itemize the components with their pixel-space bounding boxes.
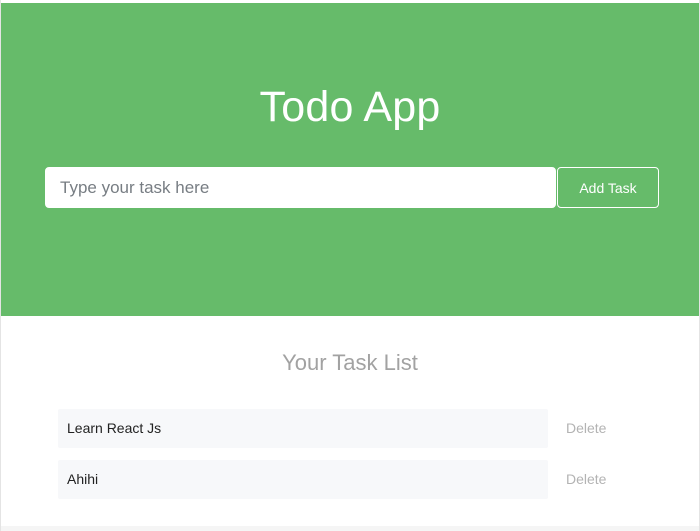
add-task-button[interactable]: Add Task [557,167,659,208]
app-window: Todo App Add Task Your Task List Learn R… [0,0,700,531]
task-list: Learn React Js Delete Ahihi Delete [58,409,658,511]
task-item: Ahihi Delete [58,460,658,499]
header-banner: Todo App Add Task [1,3,699,316]
delete-task-button[interactable]: Delete [566,460,606,499]
task-item-text: Learn React Js [58,409,548,448]
task-input[interactable] [45,167,556,208]
task-item-text: Ahihi [58,460,548,499]
task-item: Learn React Js Delete [58,409,658,448]
task-list-title: Your Task List [282,350,418,375]
bottom-divider [1,526,699,531]
app-title: Todo App [259,83,441,131]
delete-task-button[interactable]: Delete [566,409,606,448]
